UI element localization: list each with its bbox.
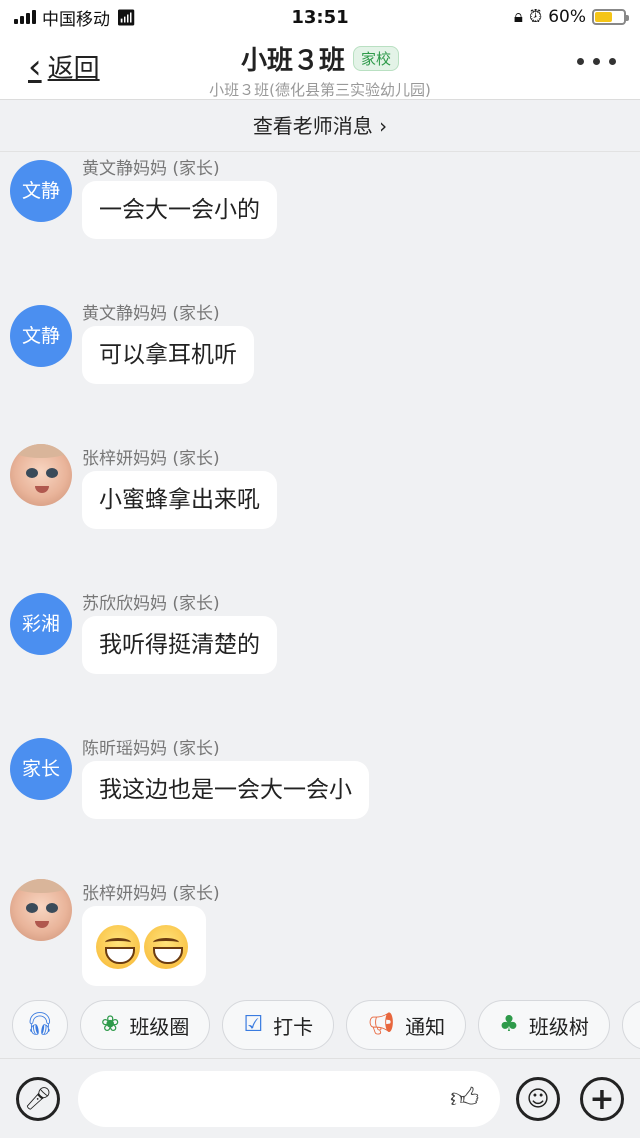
plus-icon: + bbox=[589, 1081, 615, 1117]
microphone-icon: 🎤︎ bbox=[24, 1086, 52, 1112]
status-bar: 中国移动 📶︎ 13:51 🔒︎ ⏰︎ 60% bbox=[0, 0, 640, 34]
chip-label: 班级树 bbox=[528, 1014, 589, 1039]
headset-icon: 🎧︎ bbox=[26, 1012, 54, 1037]
lock-rotation-icon: 🔒︎ bbox=[513, 7, 523, 27]
more-options-button[interactable] bbox=[577, 58, 616, 65]
circle-leaf-icon: ❀ bbox=[101, 1012, 120, 1037]
grinning-face-icon bbox=[96, 924, 140, 969]
sender-name: 黄文静妈妈 (家长) bbox=[82, 304, 220, 324]
battery-percent: 60% bbox=[548, 7, 586, 27]
battery-icon bbox=[592, 9, 629, 25]
wifi-icon: 📶︎ bbox=[116, 7, 137, 27]
sender-name: 黄文静妈妈 (家长) bbox=[82, 159, 220, 179]
alarm-icon: ⏰︎ bbox=[528, 7, 543, 27]
grinning-face-icon bbox=[144, 924, 188, 969]
view-teacher-messages-link[interactable]: 查看老师消息 › bbox=[0, 100, 640, 152]
class-circle-button[interactable]: ❀ 班级圈 bbox=[80, 1000, 211, 1050]
add-button[interactable]: + bbox=[580, 1077, 624, 1121]
message-bubble[interactable]: 可以拿耳机听 bbox=[82, 326, 254, 384]
more-chip-button[interactable]: ☰ bbox=[621, 1000, 640, 1050]
message-bubble[interactable]: 我听得挺清楚的 bbox=[82, 616, 277, 674]
notice-button[interactable]: 📢︎ 通知 bbox=[346, 1000, 467, 1050]
chip-label: 打卡 bbox=[273, 1014, 314, 1039]
input-bar: 🎤︎ 👍︎ ☺ + bbox=[0, 1058, 640, 1138]
emoji-button[interactable]: ☺ bbox=[516, 1077, 560, 1121]
tree-icon: ♣ bbox=[499, 1012, 519, 1037]
signal-icon bbox=[14, 10, 36, 24]
calendar-check-icon: ☑ bbox=[243, 1012, 264, 1037]
smile-icon: ☺ bbox=[526, 1086, 550, 1112]
message-bubble[interactable]: 一会大一会小的 bbox=[82, 181, 277, 239]
chip-label: 班级圈 bbox=[129, 1014, 190, 1039]
voice-button[interactable]: 🎤︎ bbox=[16, 1077, 60, 1121]
nav-bar: ‹ 返回 小班３班 家校 小班３班(德化县第三实验幼儿园) bbox=[0, 34, 640, 100]
message-bubble[interactable]: 小蜜蜂拿出来吼 bbox=[82, 471, 277, 529]
message-input[interactable] bbox=[78, 1071, 500, 1127]
chip-label: 通知 bbox=[405, 1014, 446, 1039]
avatar[interactable]: 文静 bbox=[10, 305, 72, 367]
group-name: 小班３班 bbox=[240, 46, 345, 76]
sender-name: 陈昕瑶妈妈 (家长) bbox=[82, 739, 220, 759]
carrier-label: 中国移动 bbox=[42, 9, 110, 30]
sender-name: 张梓妍妈妈 (家长) bbox=[82, 884, 220, 904]
message-bubble[interactable]: 我这边也是一会大一会小 bbox=[82, 761, 369, 819]
page-title: 小班３班 家校 bbox=[240, 40, 400, 77]
megaphone-icon: 📢︎ bbox=[367, 1012, 396, 1037]
class-tree-button[interactable]: ♣ 班级树 bbox=[478, 1000, 610, 1050]
sender-name: 张梓妍妈妈 (家长) bbox=[82, 449, 220, 469]
headset-button[interactable]: 🎧︎ bbox=[12, 1000, 68, 1050]
group-tag-badge: 家校 bbox=[353, 46, 400, 71]
thumbs-up-icon[interactable]: 👍︎ bbox=[450, 1081, 479, 1115]
avatar[interactable] bbox=[10, 879, 72, 941]
sender-name: 苏欣欣妈妈 (家长) bbox=[82, 594, 220, 614]
avatar[interactable]: 文静 bbox=[10, 160, 72, 222]
quick-action-bar: 🎧︎ ❀ 班级圈 ☑ 打卡 📢︎ 通知 ♣ 班级树 ☰ bbox=[0, 994, 640, 1056]
avatar[interactable]: 家长 bbox=[10, 738, 72, 800]
page-subtitle: 小班３班(德化县第三实验幼儿园) bbox=[209, 81, 431, 99]
emoji-message-bubble[interactable] bbox=[82, 906, 206, 986]
avatar[interactable] bbox=[10, 444, 72, 506]
check-in-button[interactable]: ☑ 打卡 bbox=[222, 1000, 335, 1050]
avatar[interactable]: 彩湘 bbox=[10, 593, 72, 655]
chat-list: 文静 黄文静妈妈 (家长) 一会大一会小的 文静 黄文静妈妈 (家长) 可以拿耳… bbox=[0, 152, 640, 992]
title-area: 小班３班 家校 小班３班(德化县第三实验幼儿园) bbox=[0, 40, 640, 100]
status-time: 13:51 bbox=[291, 6, 349, 28]
